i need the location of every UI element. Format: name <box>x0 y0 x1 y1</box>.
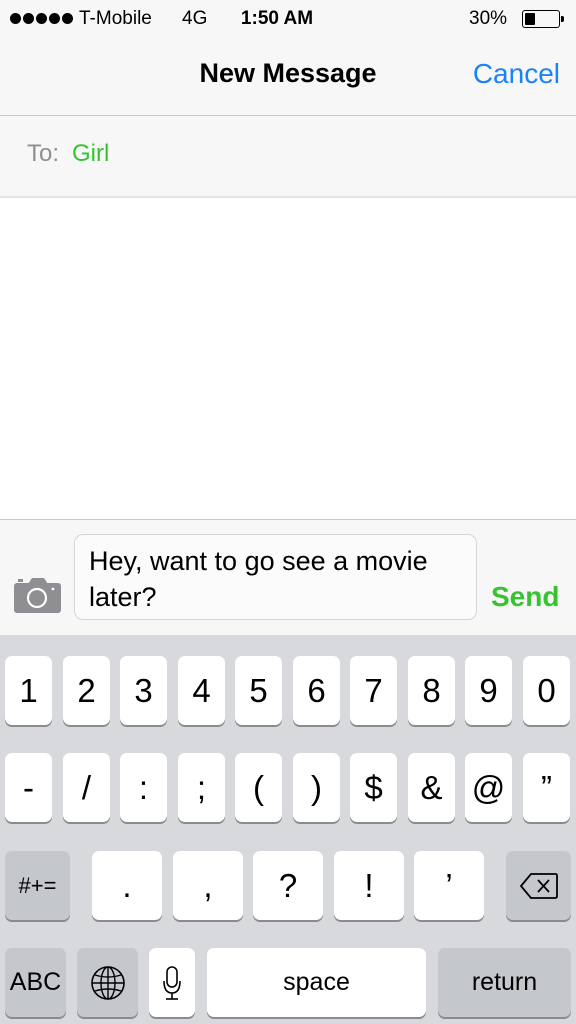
space-key[interactable]: space <box>207 948 426 1017</box>
key-punctuation[interactable]: , <box>173 851 243 920</box>
cancel-button[interactable]: Cancel <box>473 58 560 90</box>
key-row1[interactable]: 0 <box>523 656 570 725</box>
backspace-icon <box>519 872 558 899</box>
key-row1[interactable]: 3 <box>120 656 167 725</box>
key-row1[interactable]: 4 <box>178 656 225 725</box>
key-row2[interactable]: $ <box>350 753 397 822</box>
key-row2[interactable]: - <box>5 753 52 822</box>
abc-key[interactable]: ABC <box>5 948 66 1017</box>
key-row2[interactable]: ” <box>523 753 570 822</box>
return-key[interactable]: return <box>438 948 571 1017</box>
key-row2[interactable]: ) <box>293 753 340 822</box>
globe-key[interactable] <box>77 948 138 1017</box>
send-button[interactable]: Send <box>491 581 559 613</box>
battery-level <box>525 13 535 25</box>
key-row1[interactable]: 1 <box>5 656 52 725</box>
key-row1[interactable]: 6 <box>293 656 340 725</box>
camera-icon[interactable] <box>14 578 61 613</box>
key-row1[interactable]: 5 <box>235 656 282 725</box>
battery-nub <box>561 16 564 22</box>
compose-bar: Hey, want to go see a movie later? Send <box>0 519 576 635</box>
key-punctuation[interactable]: ’ <box>414 851 484 920</box>
microphone-icon <box>163 965 181 1000</box>
status-bar: T-Mobile 4G 1:50 AM 30% <box>0 0 576 40</box>
key-row1[interactable]: 9 <box>465 656 512 725</box>
key-punctuation[interactable]: . <box>92 851 162 920</box>
symbols-key[interactable]: #+= <box>5 851 70 920</box>
recipient-field[interactable]: To: Girl <box>0 116 576 198</box>
key-row2[interactable]: ; <box>178 753 225 822</box>
key-row2[interactable]: & <box>408 753 455 822</box>
globe-icon <box>90 965 125 1000</box>
key-row1[interactable]: 8 <box>408 656 455 725</box>
recipient-name[interactable]: Girl <box>72 140 109 168</box>
key-row2[interactable]: ( <box>235 753 282 822</box>
keyboard: #+= ABC space return 1 2 3 4 5 6 7 8 9 0 - /:;() $ & @… <box>0 635 576 1024</box>
delete-key[interactable] <box>506 851 571 920</box>
key-row2[interactable]: @ <box>465 753 512 822</box>
battery-percent: 30% <box>469 8 508 29</box>
key-row2[interactable]: : <box>120 753 167 822</box>
key-row1[interactable]: 2 <box>63 656 110 725</box>
key-row1[interactable]: 7 <box>350 656 397 725</box>
message-input[interactable]: Hey, want to go see a movie later? <box>74 534 477 620</box>
key-row2[interactable]: / <box>63 753 110 822</box>
to-label: To: <box>27 140 60 167</box>
message-thread <box>0 198 576 519</box>
navigation-bar: New Message Cancel <box>0 40 576 116</box>
key-punctuation[interactable]: ! <box>334 851 404 920</box>
battery-icon <box>522 10 560 28</box>
dictation-key[interactable] <box>149 948 195 1017</box>
key-punctuation[interactable]: ? <box>253 851 323 920</box>
